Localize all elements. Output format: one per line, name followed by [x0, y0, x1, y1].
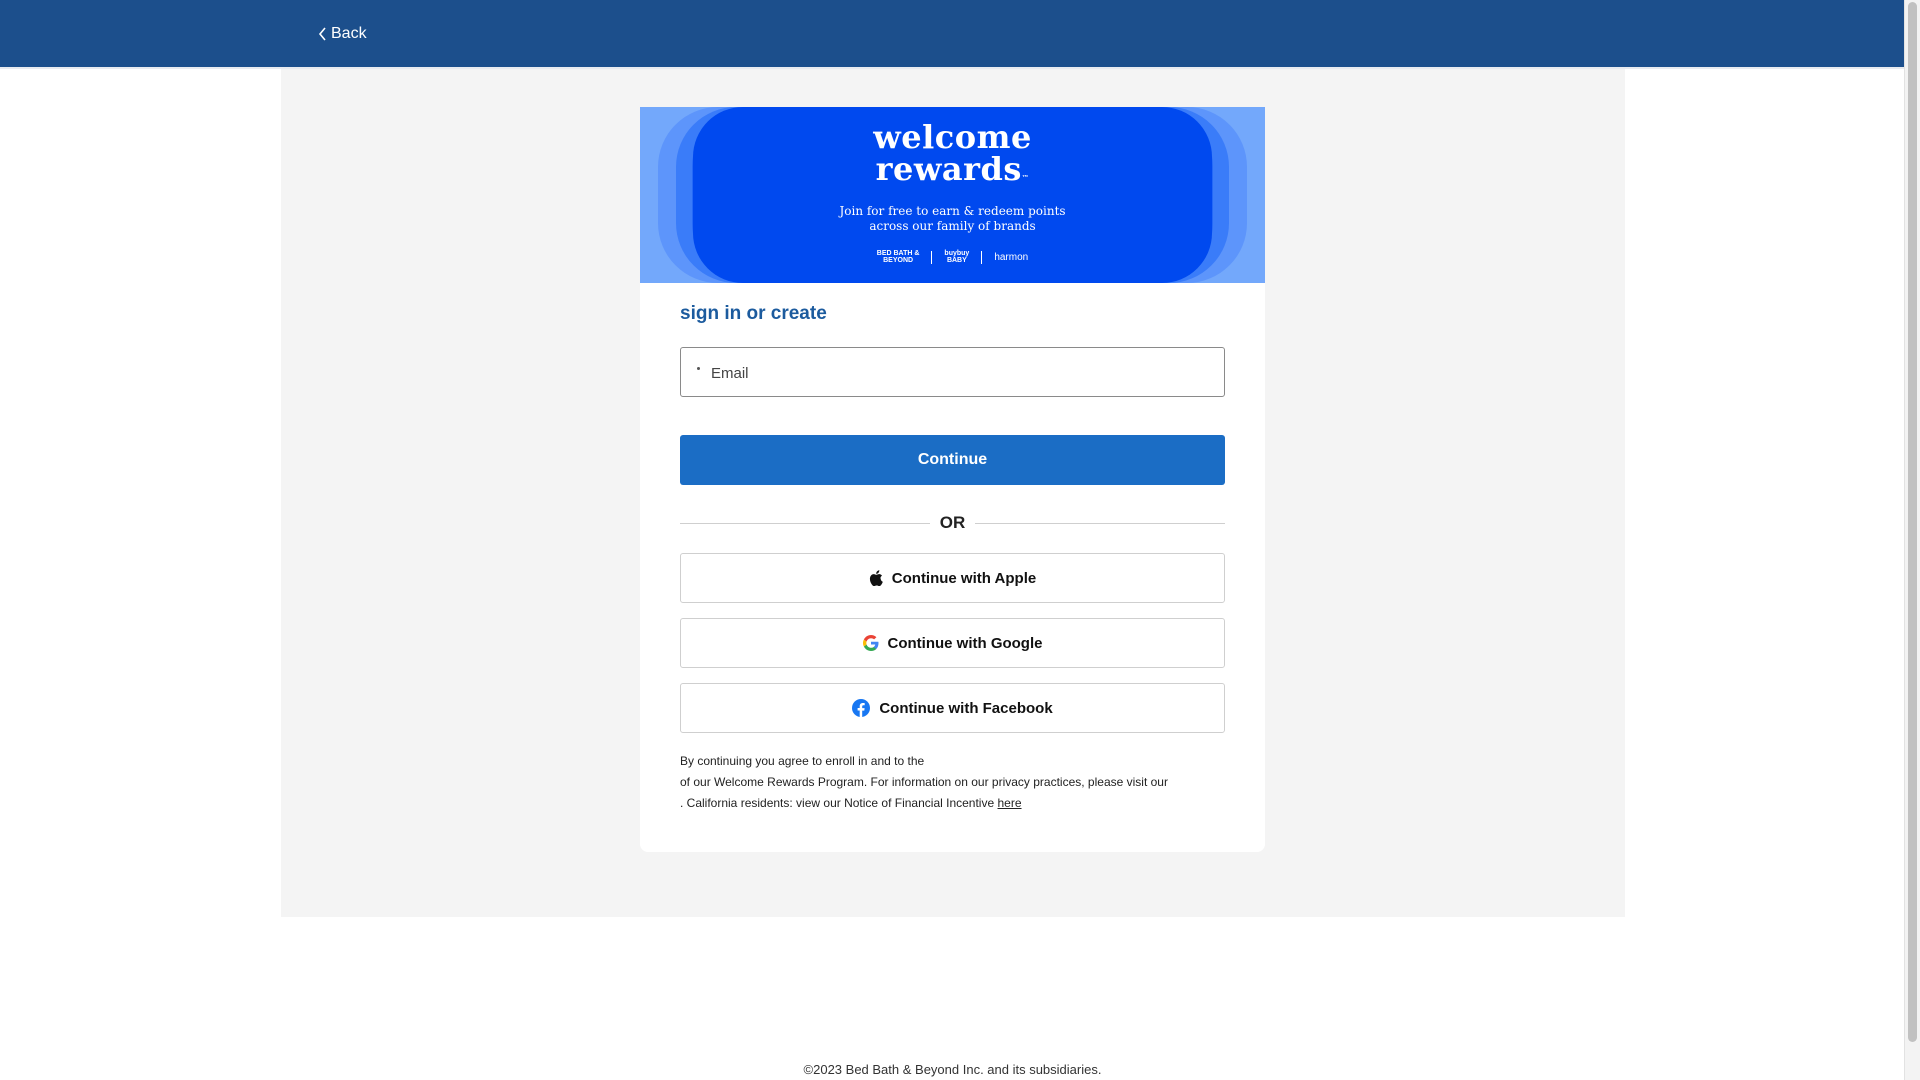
bed-bath-beyond-logo: BED BATH & BEYOND — [876, 250, 920, 264]
legal-text: By continuing you agree to enroll in and… — [680, 754, 1168, 810]
buybuy-baby-logo: buybuy BABY — [944, 250, 970, 264]
banner-subtitle: Join for free to earn & redeem points ac… — [839, 204, 1066, 233]
continue-with-facebook-button[interactable]: Continue with Facebook — [680, 683, 1225, 733]
form-heading: sign in or create — [680, 303, 827, 324]
welcome-rewards-banner: welcome rewards™ Join for free to earn &… — [640, 107, 1265, 283]
top-navigation-bar: Back — [0, 0, 1905, 67]
footer-copyright: ©2023 Bed Bath & Beyond Inc. and its sub… — [803, 1062, 1102, 1077]
back-link[interactable]: Back — [318, 22, 367, 46]
sign-in-card: welcome rewards™ Join for free to earn &… — [640, 107, 1265, 852]
financial-incentive-link[interactable]: here — [998, 796, 1022, 810]
google-icon — [862, 635, 878, 651]
brand-divider — [981, 250, 983, 264]
page-scrollbar[interactable] — [1904, 0, 1920, 1080]
or-divider: OR — [680, 511, 1225, 535]
continue-button[interactable]: Continue — [680, 435, 1225, 485]
back-label: Back — [331, 25, 367, 42]
required-indicator — [697, 367, 700, 370]
email-input[interactable] — [709, 348, 1213, 398]
or-label: OR — [939, 513, 966, 532]
facebook-button-label: Continue with Facebook — [879, 699, 1053, 717]
facebook-icon — [852, 699, 871, 717]
email-field[interactable] — [680, 347, 1225, 398]
harmon-logo: harmon — [994, 251, 1029, 263]
chevron-left-icon — [318, 27, 326, 41]
scrollbar-thumb[interactable] — [1908, 2, 1917, 1042]
apple-button-label: Continue with Apple — [891, 569, 1037, 587]
sign-in-form: sign in or create Continue OR Continue w… — [680, 283, 1225, 814]
continue-with-apple-button[interactable]: Continue with Apple — [680, 553, 1225, 603]
banner-title: welcome rewards™ — [873, 118, 1032, 188]
brand-divider — [931, 250, 933, 264]
apple-icon — [869, 570, 883, 586]
brand-logos: BED BATH & BEYOND buybuy BABY harmon — [877, 250, 1028, 264]
google-button-label: Continue with Google — [887, 634, 1043, 652]
continue-with-google-button[interactable]: Continue with Google — [680, 618, 1225, 668]
